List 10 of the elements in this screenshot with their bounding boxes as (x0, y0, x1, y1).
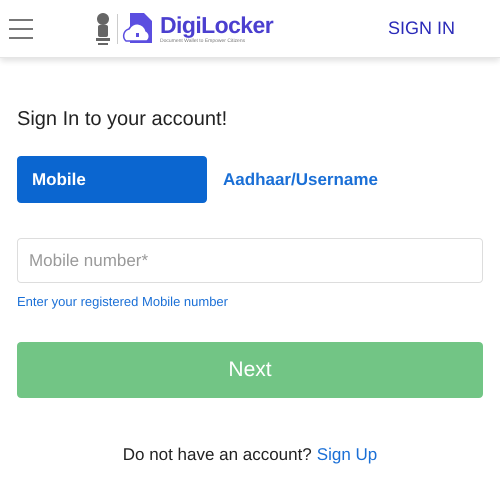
logo-title: DigiLocker (160, 14, 274, 36)
login-tab[interactable]: Aadhaar/Username (223, 156, 378, 203)
login-tab[interactable]: Mobile (17, 156, 207, 203)
sign-in-button[interactable]: SIGN IN (382, 9, 461, 48)
page-heading: Sign In to your account! (17, 107, 228, 132)
mobile-number-field[interactable]: Mobile number* (17, 238, 483, 283)
menu-icon[interactable] (9, 18, 33, 38)
signup-prompt: Do not have an account? (122, 444, 312, 466)
helper-text: Enter your registered Mobile number (17, 293, 229, 311)
sign-up-link[interactable]: Sign Up (316, 442, 378, 467)
